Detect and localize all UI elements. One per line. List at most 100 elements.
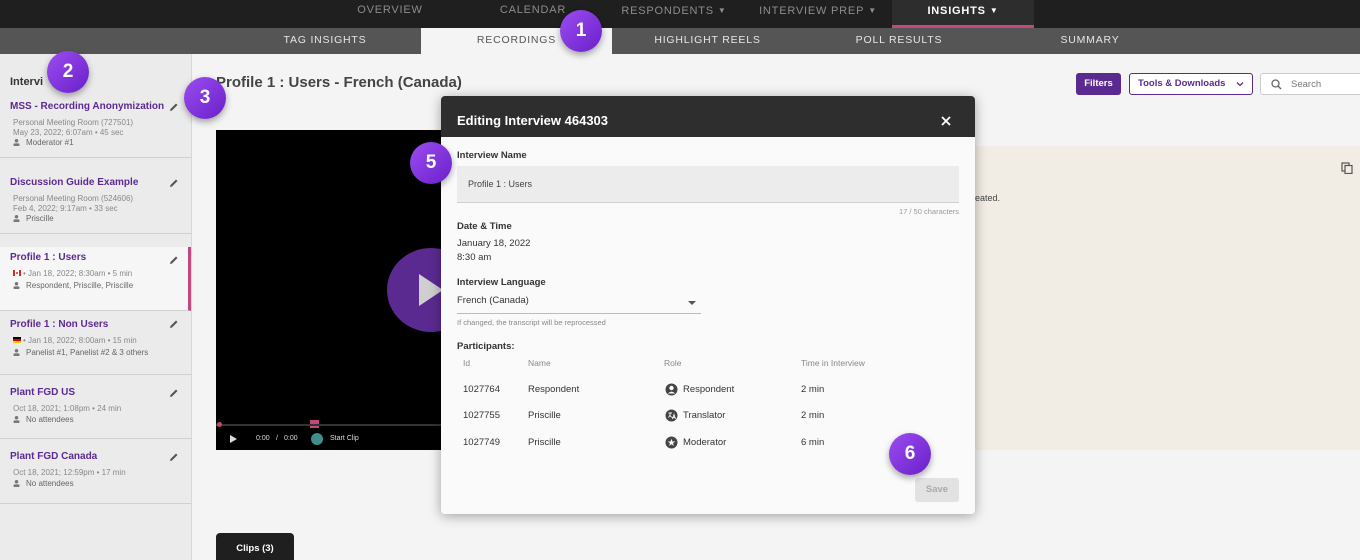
nav-respondents[interactable]: RESPONDENTS ▼ xyxy=(612,0,736,28)
caret-down-icon: ▼ xyxy=(989,6,999,15)
interview-date: Oct 18, 2021; 12:59pm • 17 min xyxy=(13,468,126,477)
participant-time: 2 min xyxy=(801,410,825,421)
language-value: French (Canada) xyxy=(457,295,529,306)
attendees-text: Panelist #1, Panelist #2 & 3 others xyxy=(26,348,149,357)
person-icon xyxy=(13,480,20,487)
sub-nav: TAG INSIGHTS RECORDINGS HIGHLIGHT REELS … xyxy=(0,28,1360,54)
participant-role: Translator xyxy=(683,410,726,421)
person-icon xyxy=(13,416,20,423)
small-play-icon[interactable] xyxy=(230,435,237,443)
participant-name: Priscille xyxy=(528,437,561,448)
person-circle-icon xyxy=(665,383,678,396)
video-progress-bar[interactable] xyxy=(216,422,442,427)
nav-interview-prep[interactable]: INTERVIEW PREP ▼ xyxy=(752,0,884,28)
participant-name: Priscille xyxy=(528,410,561,421)
close-icon[interactable] xyxy=(939,114,953,128)
nav-label: CALENDAR xyxy=(499,4,567,16)
interview-name-input[interactable] xyxy=(457,166,959,203)
interview-name: Profile 1 : Non Users xyxy=(10,319,109,330)
nav-label: RESPONDENTS xyxy=(621,5,714,17)
interview-item[interactable]: MSS - Recording Anonymization Personal M… xyxy=(0,94,191,158)
interview-date: January 18, 2022 xyxy=(457,238,531,249)
modal-header: Editing Interview 464303 xyxy=(441,96,975,137)
interview-name: Plant FGD Canada xyxy=(10,451,98,462)
interview-item[interactable]: Discussion Guide Example Personal Meetin… xyxy=(0,170,191,234)
pencil-icon[interactable] xyxy=(169,319,179,329)
tab-poll-results[interactable]: POLL RESULTS xyxy=(830,28,968,54)
interview-date: • Jan 18, 2022; 8:00am • 15 min xyxy=(13,336,137,345)
participant-id: 1027764 xyxy=(463,384,500,395)
participant-time: 2 min xyxy=(801,384,825,395)
tab-tag-insights[interactable]: TAG INSIGHTS xyxy=(255,28,395,54)
interview-item[interactable]: Plant FGD Canada Oct 18, 2021; 12:59pm •… xyxy=(0,440,191,504)
participant-name: Respondent xyxy=(528,384,580,395)
star-circle-icon xyxy=(665,436,678,449)
caret-down-icon: ▼ xyxy=(868,6,877,15)
person-icon xyxy=(13,282,20,289)
video-player[interactable]: 0:00 / 0:00 Start Clip xyxy=(216,130,475,450)
column-header-time: Time in Interview xyxy=(801,358,865,368)
interview-attendees: Priscille xyxy=(13,214,54,223)
duration: 0:00 xyxy=(284,435,298,442)
callout-badge: 1 xyxy=(560,10,602,52)
copy-icon[interactable] xyxy=(1341,162,1353,174)
interview-item[interactable]: Profile 1 : Non Users • Jan 18, 2022; 8:… xyxy=(0,311,191,375)
germany-flag-icon xyxy=(13,337,21,343)
search-field[interactable] xyxy=(1260,73,1360,95)
interview-name: MSS - Recording Anonymization xyxy=(10,101,165,112)
date-text: • Jan 18, 2022; 8:30am • 5 min xyxy=(23,269,133,278)
participant-id: 1027749 xyxy=(463,437,500,448)
interview-room: Personal Meeting Room (727501) xyxy=(13,118,134,127)
clips-tab[interactable]: Clips (3) xyxy=(216,533,294,560)
interview-attendees: Panelist #1, Panelist #2 & 3 others xyxy=(13,348,148,357)
time-separator: / xyxy=(276,435,278,442)
interview-attendees: Moderator #1 xyxy=(13,138,74,147)
pencil-icon[interactable] xyxy=(169,178,179,188)
participant-time: 6 min xyxy=(801,437,825,448)
interview-time: 8:30 am xyxy=(457,252,492,263)
nav-insights[interactable]: INSIGHTS ▼ xyxy=(892,0,1034,28)
column-header-role: Role xyxy=(664,358,682,368)
canada-flag-icon xyxy=(13,270,21,276)
date-text: • Jan 18, 2022; 8:00am • 15 min xyxy=(23,336,137,345)
filters-button[interactable]: Filters xyxy=(1076,73,1121,95)
save-button[interactable]: Save xyxy=(915,478,959,502)
datetime-label: Date & Time xyxy=(457,221,512,232)
attendees-text: Moderator #1 xyxy=(26,138,74,147)
participant-role: Moderator xyxy=(683,437,727,448)
person-icon xyxy=(13,349,20,356)
scissors-icon[interactable] xyxy=(311,433,323,445)
progress-handle[interactable] xyxy=(217,422,222,427)
transcript-text: eated. xyxy=(975,193,1001,203)
callout-badge: 5 xyxy=(410,142,452,184)
interview-item-active[interactable]: Profile 1 : Users • Jan 18, 2022; 8:30am… xyxy=(0,247,191,311)
tools-downloads-button[interactable]: Tools & Downloads xyxy=(1129,73,1253,95)
participant-role: Respondent xyxy=(683,384,735,395)
interview-attendees: Respondent, Priscille, Priscille xyxy=(13,281,133,290)
start-clip-label[interactable]: Start Clip xyxy=(330,435,359,442)
pencil-icon[interactable] xyxy=(169,102,179,112)
tab-highlight-reels[interactable]: HIGHLIGHT REELS xyxy=(640,28,775,54)
interviews-sidebar: Intervi MSS - Recording Anonymization Pe… xyxy=(0,54,192,560)
attendees-text: Respondent, Priscille, Priscille xyxy=(26,281,134,290)
person-icon xyxy=(13,215,20,222)
page-title: Profile 1 : Users - French (Canada) xyxy=(216,74,462,91)
sidebar-title: Intervi xyxy=(10,76,44,88)
translate-icon xyxy=(665,409,678,422)
current-time: 0:00 xyxy=(256,435,270,442)
pencil-icon[interactable] xyxy=(169,255,179,265)
attendees-text: No attendees xyxy=(26,415,74,424)
tab-summary[interactable]: SUMMARY xyxy=(1040,28,1140,54)
interview-item[interactable]: Plant FGD US Oct 18, 2021; 1:08pm • 24 m… xyxy=(0,375,191,439)
language-select[interactable]: French (Canada) xyxy=(457,295,701,314)
pencil-icon[interactable] xyxy=(169,388,179,398)
column-header-name: Name xyxy=(528,358,551,368)
interview-date: Oct 18, 2021; 1:08pm • 24 min xyxy=(13,404,122,413)
transcript-panel: eated. xyxy=(975,146,1360,450)
nav-label: INSIGHTS xyxy=(927,5,986,17)
pencil-icon[interactable] xyxy=(169,452,179,462)
nav-overview[interactable]: OVERVIEW xyxy=(340,0,440,28)
search-input[interactable] xyxy=(1291,77,1359,91)
play-icon xyxy=(419,274,443,306)
nav-label: OVERVIEW xyxy=(357,4,423,16)
